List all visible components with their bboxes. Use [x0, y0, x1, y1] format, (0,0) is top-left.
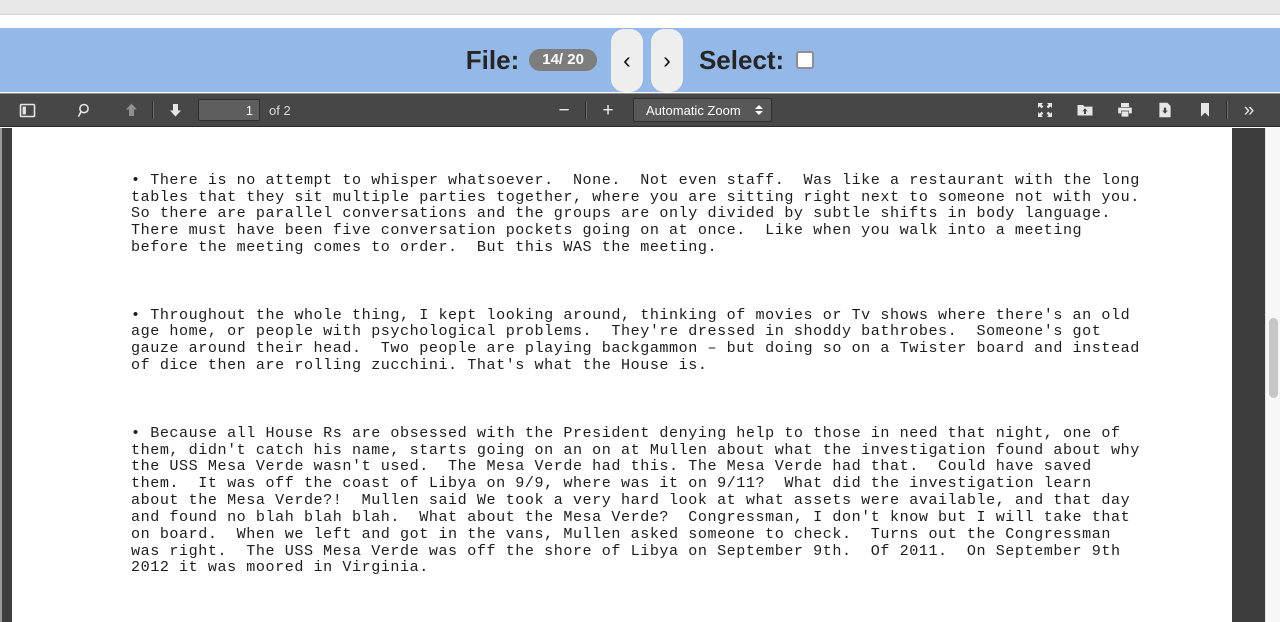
vertical-scrollbar[interactable]: [1265, 128, 1280, 622]
pdf-viewer-page: File: 14/ 20 ‹ › Select: 1 of 2 − + Auto…: [0, 0, 1280, 622]
document-paragraph: • Throughout the whole thing, I kept loo…: [131, 305, 1150, 375]
zoom-out-button[interactable]: −: [549, 97, 579, 123]
search-icon[interactable]: [70, 97, 100, 123]
file-count-badge: 14/ 20: [529, 49, 597, 71]
document-paragraph: • There is no attempt to whisper whatsoe…: [131, 170, 1160, 257]
next-file-button[interactable]: ›: [650, 28, 683, 92]
toolbar-separator: [152, 101, 154, 119]
pdf-text-layer: • There is no attempt to whisper whatsoe…: [131, 138, 1141, 622]
select-checkbox[interactable]: [796, 51, 815, 69]
pdf-toolbar: of 2 − + Automatic Zoom: [0, 93, 1280, 127]
scrollbar-thumb[interactable]: [1269, 318, 1278, 398]
zoom-in-button[interactable]: +: [593, 97, 623, 123]
select-label: Select:: [698, 44, 785, 75]
zoom-level-value: Automatic Zoom: [646, 102, 741, 118]
document-paragraph: • Because all House Rs are obsessed with…: [131, 423, 1150, 577]
presentation-mode-icon[interactable]: [1030, 97, 1060, 123]
previous-page-button[interactable]: [116, 97, 146, 123]
browser-chrome-gap: [0, 16, 1280, 28]
sidebar-toggle-icon[interactable]: [12, 97, 42, 123]
browser-chrome-strip: [0, 0, 1280, 15]
page-total-label: of 2: [269, 102, 291, 118]
pdf-page-canvas: • There is no attempt to whisper whatsoe…: [12, 128, 1232, 622]
open-file-icon[interactable]: [1070, 97, 1100, 123]
download-icon[interactable]: [1150, 97, 1180, 123]
pdf-viewer-container[interactable]: • There is no attempt to whisper whatsoe…: [0, 128, 1280, 622]
zoom-separator: [585, 101, 588, 119]
file-navigation-banner: File: 14/ 20 ‹ › Select:: [0, 28, 1280, 92]
page-number-input[interactable]: [198, 99, 260, 121]
print-icon[interactable]: [1110, 97, 1140, 123]
next-page-button[interactable]: [160, 97, 190, 123]
zoom-in-glyph: +: [602, 99, 614, 121]
tools-separator: [1226, 101, 1228, 119]
chevron-updown-icon: [754, 105, 763, 115]
bookmark-icon[interactable]: [1190, 97, 1220, 123]
file-label: File:: [465, 44, 520, 75]
previous-file-button[interactable]: ‹: [610, 28, 643, 92]
zoom-level-select[interactable]: Automatic Zoom: [633, 98, 772, 122]
zoom-out-glyph: −: [558, 99, 570, 121]
viewer-left-edge: [0, 128, 2, 622]
more-tools-icon[interactable]: »: [1234, 97, 1264, 123]
more-tools-glyph: »: [1243, 99, 1255, 121]
